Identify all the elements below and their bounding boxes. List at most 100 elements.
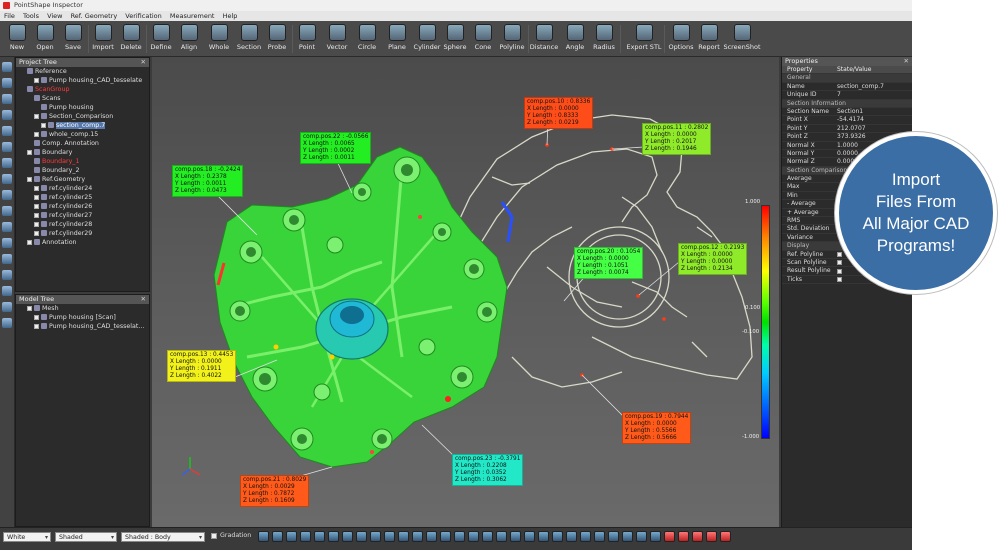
view-tool-icon[interactable] xyxy=(384,531,395,542)
annotation-comp-pos-21[interactable]: comp.pos.21 : 0.8029 X Length : 0.0029 Y L… xyxy=(240,475,310,507)
annotation-comp-pos-22[interactable]: comp.pos.22 : -0.0566 X Length : 0.0065 Y … xyxy=(300,132,372,164)
view-tool-icon[interactable] xyxy=(440,531,451,542)
tree-checkbox[interactable] xyxy=(34,185,39,191)
project-tree-item[interactable]: ref.cylinder26 xyxy=(16,202,149,211)
annotation-comp-pos-10[interactable]: comp.pos.10 : 0.8336 X Length : 0.0000 Y L… xyxy=(524,97,594,129)
view-left-icon[interactable] xyxy=(2,94,12,104)
rotate-icon[interactable] xyxy=(2,206,12,216)
view-tool-icon[interactable] xyxy=(594,531,605,542)
label-icon[interactable] xyxy=(2,302,12,312)
view-tool-icon[interactable] xyxy=(720,531,731,542)
zoom-icon[interactable] xyxy=(2,238,12,248)
view-tool-icon[interactable] xyxy=(412,531,423,542)
view-tool-icon[interactable] xyxy=(608,531,619,542)
model-tree-item[interactable]: Mesh xyxy=(16,304,149,313)
tree-checkbox[interactable] xyxy=(34,113,39,119)
view-right-icon[interactable] xyxy=(2,110,12,120)
property-checkbox[interactable] xyxy=(837,277,842,283)
view-tool-icon[interactable] xyxy=(650,531,661,542)
view-tool-icon[interactable] xyxy=(342,531,353,542)
save-button[interactable]: Save xyxy=(56,23,90,55)
view-tool-icon[interactable] xyxy=(272,531,283,542)
view-tool-icon[interactable] xyxy=(552,531,563,542)
align-button[interactable]: Align xyxy=(172,23,206,55)
project-tree-item[interactable]: ref.cylinder29 xyxy=(16,229,149,238)
report-button[interactable]: Report xyxy=(692,23,726,55)
render-mode-select[interactable]: Shaded xyxy=(55,532,117,543)
project-tree-item[interactable]: ref.cylinder27 xyxy=(16,211,149,220)
annotation-comp-pos-23[interactable]: comp.pos.23 : -0.3791 X Length : 0.2208 Y … xyxy=(452,454,524,486)
plane-button[interactable]: Plane xyxy=(380,23,414,55)
view-bottom-icon[interactable] xyxy=(2,142,12,152)
radius-button[interactable]: Radius xyxy=(587,23,621,55)
property-checkbox[interactable] xyxy=(837,268,842,274)
tree-checkbox[interactable] xyxy=(34,203,39,209)
polyline-button[interactable]: Polyline xyxy=(495,23,529,55)
project-tree-item[interactable]: ref.cylinder28 xyxy=(16,220,149,229)
measure-icon[interactable] xyxy=(2,286,12,296)
tree-checkbox[interactable] xyxy=(34,77,39,83)
property-row[interactable]: Name section_comp.7 xyxy=(782,83,912,92)
view-tool-icon[interactable] xyxy=(496,531,507,542)
project-tree-item[interactable]: section_comp.7 xyxy=(16,121,149,130)
gradation-checkbox[interactable] xyxy=(211,533,217,539)
view-iso-icon[interactable] xyxy=(2,158,12,168)
project-tree-item[interactable]: ref.cylinder24 xyxy=(16,184,149,193)
view-tool-icon[interactable] xyxy=(678,531,689,542)
close-icon[interactable]: ✕ xyxy=(904,57,909,66)
pan-icon[interactable] xyxy=(2,222,12,232)
view-top-icon[interactable] xyxy=(2,126,12,136)
project-tree-item[interactable]: Boundary_2 xyxy=(16,166,149,175)
tree-checkbox[interactable] xyxy=(34,323,39,329)
menu-verification[interactable]: Verification xyxy=(125,12,162,20)
screenshot-button[interactable]: ScreenShot xyxy=(722,23,762,55)
menu-help[interactable]: Help xyxy=(223,12,238,20)
project-tree-item[interactable]: Reference xyxy=(16,67,149,76)
model-tree-item[interactable]: Pump housing [Scan] xyxy=(16,313,149,322)
view-tool-icon[interactable] xyxy=(566,531,577,542)
menu-tools[interactable]: Tools xyxy=(23,12,39,20)
annotation-comp-pos-19[interactable]: comp.pos.19 : 0.7944 X Length : 0.0000 Y L… xyxy=(622,412,692,444)
property-row[interactable]: Point Y 212.0707 xyxy=(782,125,912,134)
tree-checkbox[interactable] xyxy=(34,212,39,218)
project-tree-item[interactable]: ScanGroup xyxy=(16,85,149,94)
fit-view-icon[interactable] xyxy=(2,174,12,184)
view-tool-icon[interactable] xyxy=(314,531,325,542)
view-tool-icon[interactable] xyxy=(664,531,675,542)
distance-button[interactable]: Distance xyxy=(527,23,561,55)
view-tool-icon[interactable] xyxy=(356,531,367,542)
view-tool-icon[interactable] xyxy=(328,531,339,542)
view-tool-icon[interactable] xyxy=(300,531,311,542)
tree-checkbox[interactable] xyxy=(34,221,39,227)
export-stl-button[interactable]: Export STL xyxy=(624,23,664,55)
shade-target-select[interactable]: Shaded : Body xyxy=(121,532,205,543)
project-tree-item[interactable]: Boundary xyxy=(16,148,149,157)
property-checkbox[interactable] xyxy=(837,260,842,266)
view-tool-icon[interactable] xyxy=(524,531,535,542)
menu-view[interactable]: View xyxy=(47,12,62,20)
view-tool-icon[interactable] xyxy=(370,531,381,542)
tree-checkbox[interactable] xyxy=(34,314,39,320)
property-row[interactable]: Point X -54.4174 xyxy=(782,116,912,125)
annotation-comp-pos-18[interactable]: comp.pos.18 : -0.2424 X Length : 0.2378 Y … xyxy=(172,165,244,197)
view-tool-icon[interactable] xyxy=(510,531,521,542)
menu-measurement[interactable]: Measurement xyxy=(170,12,215,20)
select-icon[interactable] xyxy=(2,190,12,200)
circle-button[interactable]: Circle xyxy=(350,23,384,55)
view-tool-icon[interactable] xyxy=(468,531,479,542)
project-tree-item[interactable]: Section_Comparison xyxy=(16,112,149,121)
point-button[interactable]: Point xyxy=(290,23,324,55)
view-tool-icon[interactable] xyxy=(286,531,297,542)
property-row[interactable]: Unique ID 7 xyxy=(782,91,912,100)
annotation-comp-pos-12[interactable]: comp.pos.12 : 0.2193 X Length : 0.0000 Y L… xyxy=(678,243,748,275)
project-tree-item[interactable]: Comp. Annotation xyxy=(16,139,149,148)
view-front-icon[interactable] xyxy=(2,62,12,72)
menu-ref-geometry[interactable]: Ref. Geometry xyxy=(71,12,118,20)
view-tool-icon[interactable] xyxy=(426,531,437,542)
clip-icon[interactable] xyxy=(2,270,12,280)
tree-checkbox[interactable] xyxy=(27,239,32,245)
whole-button[interactable]: Whole xyxy=(202,23,236,55)
probe-button[interactable]: Probe xyxy=(260,23,294,55)
view-tool-icon[interactable] xyxy=(636,531,647,542)
view-tool-icon[interactable] xyxy=(482,531,493,542)
